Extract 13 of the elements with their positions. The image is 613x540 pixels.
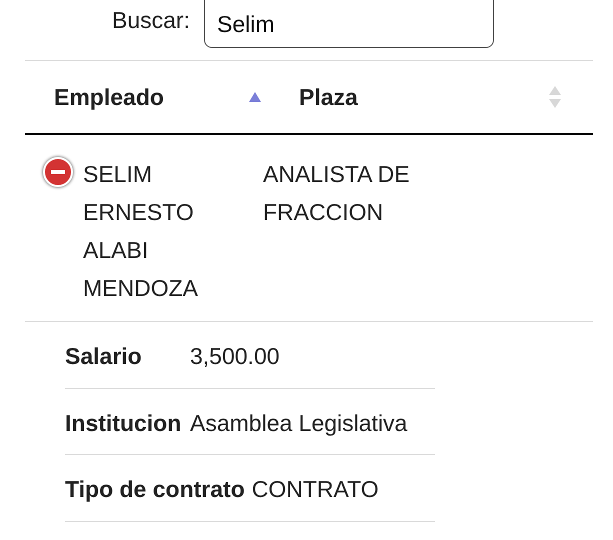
column-header[interactable]: Plaza <box>270 80 570 114</box>
detail-value: CONTRATO <box>252 476 379 502</box>
detail-label: Institucion <box>65 408 182 438</box>
table-cell-text: SELIM ERNESTO ALABI MENDOZA <box>83 160 199 303</box>
detail-label: Salario <box>65 342 143 371</box>
table-cell-text: ANALISTA DE FRACCION <box>263 160 411 227</box>
search-field[interactable]: Selim <box>204 0 494 48</box>
search-label: Buscar: <box>112 6 190 35</box>
detail-value: Asamblea Legislativa <box>190 410 408 436</box>
detail-value: 3,500.00 <box>190 343 280 369</box>
column-header[interactable]: Empleado <box>25 80 270 114</box>
collapse-icon[interactable] <box>43 157 73 187</box>
detail-label: Tipo de contrato <box>65 475 245 504</box>
